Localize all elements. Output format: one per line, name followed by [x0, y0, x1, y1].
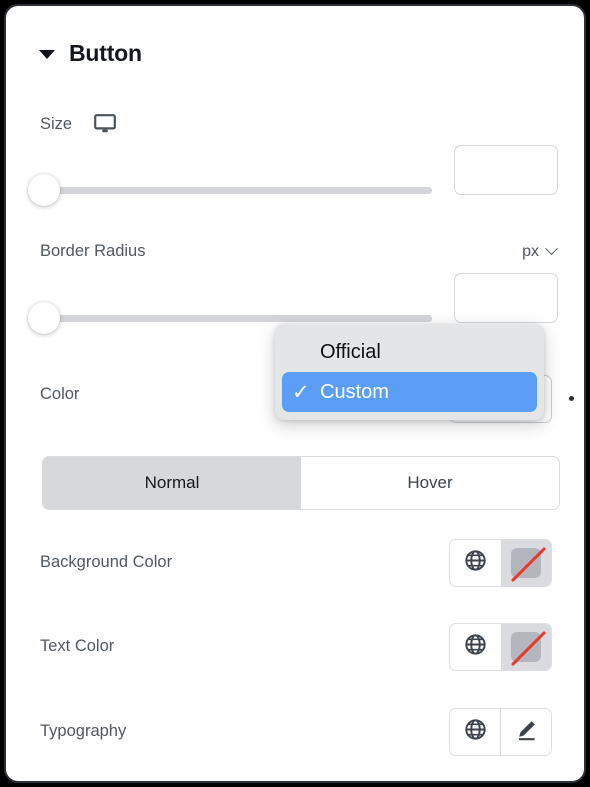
- size-label: Size: [40, 114, 73, 133]
- globe-icon: [464, 718, 487, 746]
- typography-controls[interactable]: [449, 708, 552, 756]
- border-radius-input[interactable]: [454, 273, 558, 323]
- typography-label: Typography: [40, 722, 127, 740]
- button-settings-panel: Button Size Border Radius px Color Offic…: [4, 4, 586, 783]
- size-input-field[interactable]: [455, 146, 557, 194]
- size-slider[interactable]: [28, 172, 432, 208]
- border-radius-slider-track[interactable]: [50, 314, 432, 322]
- unit-select[interactable]: px: [522, 242, 558, 261]
- tab-normal-label: Normal: [144, 473, 200, 492]
- dropdown-option-label: Custom: [320, 380, 389, 403]
- globe-icon-button[interactable]: [450, 624, 501, 670]
- size-slider-track[interactable]: [50, 186, 432, 194]
- dropdown-option-custom[interactable]: ✓ Custom: [282, 372, 537, 412]
- dropdown-option-official[interactable]: Official: [282, 332, 537, 372]
- border-radius-slider-thumb[interactable]: [28, 302, 60, 334]
- color-label: Color: [40, 385, 80, 403]
- unit-value: px: [522, 242, 539, 260]
- size-slider-thumb[interactable]: [28, 174, 60, 206]
- border-radius-row: Border Radius px: [40, 242, 558, 261]
- monitor-icon[interactable]: [94, 114, 117, 134]
- caret-down-icon[interactable]: [39, 49, 55, 59]
- size-input[interactable]: [454, 145, 558, 195]
- border-radius-label: Border Radius: [40, 242, 146, 260]
- color-control-indicator: [569, 396, 574, 401]
- dropdown-option-label: Official: [320, 340, 381, 363]
- chevron-down-icon[interactable]: [545, 242, 558, 256]
- tab-normal[interactable]: Normal: [43, 457, 301, 509]
- globe-icon-button[interactable]: [450, 709, 500, 755]
- border-radius-input-field[interactable]: [455, 274, 557, 322]
- globe-icon: [464, 633, 487, 661]
- panel-header[interactable]: Button: [6, 28, 584, 78]
- check-icon: ✓: [292, 380, 310, 404]
- size-slider-row: [6, 145, 584, 210]
- size-row: Size: [40, 114, 556, 134]
- tab-hover-label: Hover: [407, 473, 453, 492]
- background-color-label: Background Color: [40, 553, 173, 571]
- pencil-edit-icon: [514, 718, 538, 747]
- color-source-dropdown[interactable]: Official ✓ Custom: [275, 324, 544, 420]
- no-color-swatch-icon: [510, 548, 541, 578]
- text-color-controls[interactable]: [449, 623, 552, 671]
- no-color-swatch-icon: [510, 632, 541, 662]
- background-color-controls[interactable]: [449, 539, 552, 587]
- globe-icon-button[interactable]: [450, 540, 501, 586]
- text-color-label: Text Color: [40, 637, 115, 655]
- tab-hover[interactable]: Hover: [301, 457, 559, 509]
- background-color-swatch-button[interactable]: [500, 540, 551, 586]
- typography-edit-button[interactable]: [500, 709, 551, 755]
- page-title: Button: [69, 39, 142, 66]
- text-color-swatch-button[interactable]: [500, 624, 551, 670]
- globe-icon: [464, 549, 487, 577]
- state-tabs[interactable]: Normal Hover: [42, 456, 560, 510]
